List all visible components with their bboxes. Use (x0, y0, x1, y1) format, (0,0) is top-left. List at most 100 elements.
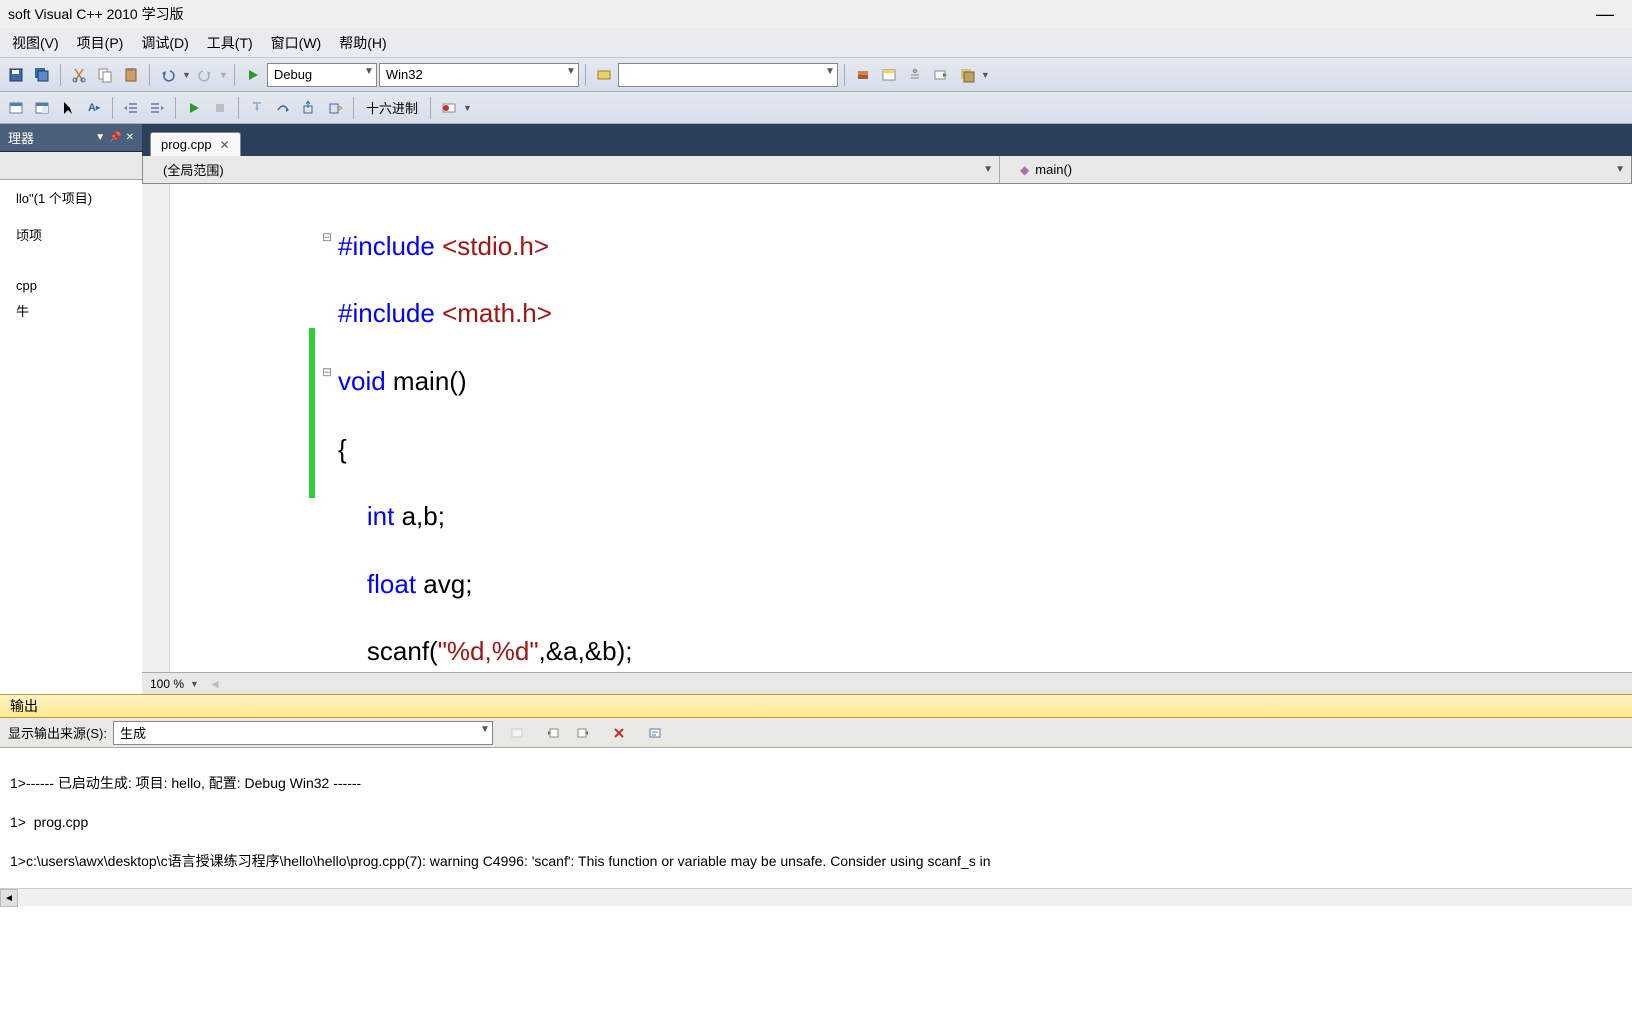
close-icon[interactable]: ✕ (126, 132, 134, 143)
titlebar: soft Visual C++ 2010 学习版 — (0, 0, 1632, 28)
separator (112, 97, 113, 119)
stack-icon[interactable] (955, 63, 979, 87)
breakpoint-icon[interactable] (437, 96, 461, 120)
output-source-combo[interactable]: 生成 ▼ (113, 721, 493, 745)
tree-item[interactable]: 顷项 (0, 211, 142, 248)
nav-forward-icon[interactable] (929, 63, 953, 87)
code-editor[interactable]: ⊟#include <stdio.h> #include <math.h> ⊟v… (142, 184, 1632, 672)
scope-value: (全局范围) (163, 160, 224, 179)
solution-explorer: 理器 ▼ 📌 ✕ llo"(1 个项目) 顷项 cpp 牛 (0, 124, 142, 694)
separator (234, 64, 235, 86)
panel-title: 理器 (8, 128, 34, 147)
start-icon[interactable] (241, 63, 265, 87)
menubar: 视图(V) 项目(P) 调试(D) 工具(T) 窗口(W) 帮助(H) (0, 28, 1632, 58)
config-value: Debug (274, 67, 312, 82)
menu-debug[interactable]: 调试(D) (133, 29, 196, 57)
close-tab-icon[interactable]: ✕ (220, 138, 230, 152)
pin-icon[interactable]: 📌 (109, 132, 121, 143)
scope-left[interactable]: (全局范围) ▼ (143, 156, 1000, 183)
dropdown-icon[interactable]: ▼ (981, 70, 990, 80)
wrap-icon[interactable] (643, 721, 667, 745)
config-combo[interactable]: Debug▼ (267, 63, 377, 87)
cursor-icon[interactable] (56, 96, 80, 120)
separator (175, 97, 176, 119)
next-message-icon[interactable] (571, 721, 595, 745)
redo-icon[interactable] (193, 63, 217, 87)
step-out-icon[interactable] (297, 96, 321, 120)
indent-icon[interactable] (145, 96, 169, 120)
menu-window[interactable]: 窗口(W) (263, 29, 330, 57)
text-size-icon[interactable]: A▸ (82, 96, 106, 120)
separator (844, 64, 845, 86)
platform-value: Win32 (386, 67, 423, 82)
output-body[interactable]: 1>------ 已启动生成: 项目: hello, 配置: Debug Win… (0, 748, 1632, 888)
copy-icon[interactable] (93, 63, 117, 87)
toolbar-debug: A▸ 十六进制 ▼ (0, 92, 1632, 124)
separator (238, 97, 239, 119)
properties-icon[interactable] (903, 63, 927, 87)
output-line: 1> prog.cpp (10, 813, 1622, 833)
run-to-cursor-icon[interactable] (323, 96, 347, 120)
dropdown-icon[interactable]: ▼ (182, 70, 191, 80)
zoom-bar: 100 % ▼ ◄ (142, 672, 1632, 694)
clear-icon[interactable] (607, 721, 631, 745)
search-combo[interactable]: ▼ (618, 63, 838, 87)
stop-icon[interactable] (208, 96, 232, 120)
outdent-icon[interactable] (119, 96, 143, 120)
scroll-left-icon[interactable]: ◄ (209, 677, 221, 691)
tree-item[interactable]: 牛 (0, 297, 142, 324)
menu-project[interactable]: 项目(P) (69, 29, 132, 57)
window-icon[interactable] (4, 96, 28, 120)
output-source-value: 生成 (120, 723, 146, 742)
cut-icon[interactable] (67, 63, 91, 87)
save-icon[interactable] (4, 63, 28, 87)
tree[interactable]: llo"(1 个项目) 顷项 cpp 牛 (0, 180, 142, 694)
step-into-icon[interactable] (245, 96, 269, 120)
prev-message-icon[interactable] (541, 721, 565, 745)
output-title: 输出 (10, 696, 38, 716)
output-scrollbar[interactable]: ◄ (0, 888, 1632, 906)
dropdown-icon[interactable]: ▼ (95, 132, 105, 143)
tree-solution[interactable]: llo"(1 个项目) (0, 184, 142, 211)
scope-value: main() (1035, 162, 1072, 177)
tab-label: prog.cpp (161, 137, 212, 152)
main-area: 理器 ▼ 📌 ✕ llo"(1 个项目) 顷项 cpp 牛 prog.cpp ✕… (0, 124, 1632, 694)
code-content[interactable]: ⊟#include <stdio.h> #include <math.h> ⊟v… (142, 184, 1632, 672)
tab-strip: prog.cpp ✕ (142, 124, 1632, 156)
scope-right[interactable]: ◆ main() ▼ (1000, 156, 1631, 183)
menu-tools[interactable]: 工具(T) (199, 29, 261, 57)
step-over-icon[interactable] (271, 96, 295, 120)
output-toolbar: 显示输出来源(S): 生成 ▼ (0, 718, 1632, 748)
separator (353, 97, 354, 119)
separator (60, 64, 61, 86)
separator (149, 64, 150, 86)
gutter (142, 184, 170, 672)
minimize-icon[interactable]: — (1586, 4, 1624, 25)
tree-item[interactable]: cpp (0, 248, 142, 297)
editor-region: prog.cpp ✕ (全局范围) ▼ ◆ main() ▼ ⊟#include… (142, 124, 1632, 694)
dropdown-icon[interactable]: ▼ (190, 679, 199, 689)
solution-explorer-icon[interactable] (877, 63, 901, 87)
save-all-icon[interactable] (30, 63, 54, 87)
play-icon[interactable] (182, 96, 206, 120)
dropdown-icon[interactable]: ▼ (219, 70, 228, 80)
scroll-left-icon[interactable]: ◄ (0, 889, 18, 907)
menu-view[interactable]: 视图(V) (4, 29, 67, 57)
paste-icon[interactable] (119, 63, 143, 87)
window-icon[interactable] (30, 96, 54, 120)
undo-icon[interactable] (156, 63, 180, 87)
zoom-value[interactable]: 100 % (150, 677, 184, 691)
panel-toolbar (0, 152, 142, 180)
find-message-icon[interactable] (505, 721, 529, 745)
platform-combo[interactable]: Win32▼ (379, 63, 579, 87)
toolbox-icon[interactable] (851, 63, 875, 87)
output-source-label: 显示输出来源(S): (8, 723, 107, 742)
toolbar-standard: ▼ ▼ Debug▼ Win32▼ ▼ ▼ (0, 58, 1632, 92)
window-title: soft Visual C++ 2010 学习版 (8, 4, 184, 24)
dropdown-icon[interactable]: ▼ (463, 103, 472, 113)
hex-label[interactable]: 十六进制 (360, 98, 424, 117)
change-indicator (309, 328, 315, 498)
file-tab[interactable]: prog.cpp ✕ (150, 132, 241, 156)
menu-help[interactable]: 帮助(H) (331, 29, 394, 57)
find-icon[interactable] (592, 63, 616, 87)
